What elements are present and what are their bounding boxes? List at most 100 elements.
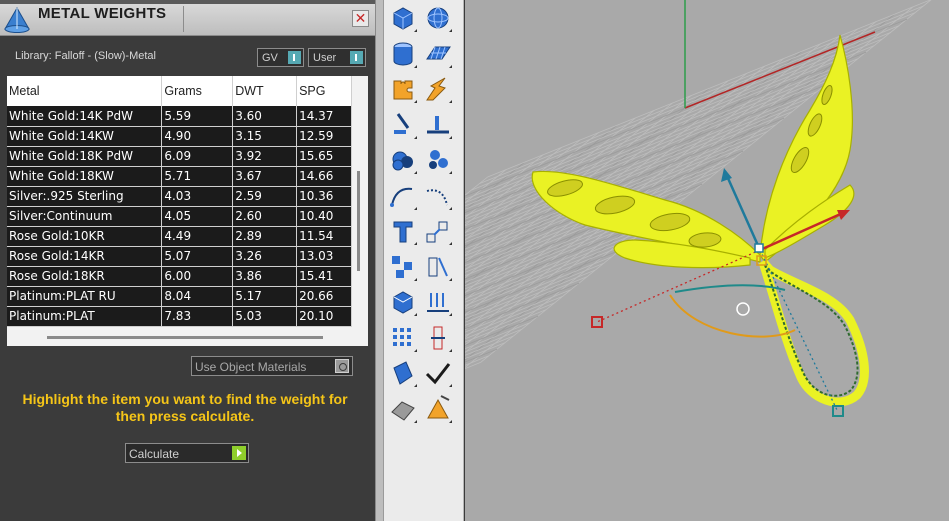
check-tool-button[interactable] (421, 356, 455, 390)
cell-metal[interactable]: White Gold:14K PdW (7, 106, 163, 127)
gumball-tool-button[interactable] (421, 321, 455, 355)
cell-dwt[interactable]: 2.60 (232, 206, 298, 227)
cell-grams[interactable]: 8.04 (161, 286, 234, 307)
close-button[interactable]: ✕ (352, 10, 369, 27)
cell-grams[interactable]: 6.09 (161, 146, 234, 167)
lights-tool-button[interactable] (421, 392, 455, 426)
table-row[interactable]: Silver:.925 Sterling 4.03 2.59 10.36 (7, 186, 352, 207)
cell-metal[interactable]: Rose Gold:10KR (7, 226, 163, 247)
cell-dwt[interactable]: 3.26 (232, 246, 298, 267)
table-row[interactable]: Rose Gold:14KR 5.07 3.26 13.03 (7, 246, 352, 267)
table-row[interactable]: White Gold:18KW 5.71 3.67 14.66 (7, 166, 352, 187)
column-header-grams[interactable]: Grams (161, 76, 234, 106)
table-row[interactable]: White Gold:14KW 4.90 3.15 12.59 (7, 126, 352, 147)
cell-spg[interactable]: 13.03 (296, 246, 352, 267)
table-row[interactable]: Platinum:PLAT RU 8.04 5.17 20.66 (7, 286, 352, 307)
viewport-canvas[interactable] (465, 0, 949, 521)
table-row[interactable]: Rose Gold:10KR 4.49 2.89 11.54 (7, 226, 352, 247)
cell-dwt[interactable]: 2.89 (232, 226, 298, 247)
split-tool-button[interactable] (386, 108, 420, 142)
table-row[interactable]: White Gold:14K PdW 5.59 3.60 14.37 (7, 106, 352, 127)
cell-dwt[interactable]: 3.92 (232, 146, 298, 167)
cell-spg[interactable]: 14.37 (296, 106, 352, 127)
gumball-z-arrowhead-icon[interactable] (721, 168, 732, 182)
trim-tool-button[interactable] (421, 108, 455, 142)
cell-grams[interactable]: 7.83 (161, 306, 234, 327)
sphere-tool-button[interactable] (421, 1, 455, 35)
box-tool-button[interactable] (386, 1, 420, 35)
cell-dwt[interactable]: 2.59 (232, 186, 298, 207)
mirror-tool-button[interactable] (421, 250, 455, 284)
column-header-metal[interactable]: Metal (7, 76, 163, 106)
gumball-y-guide[interactable] (759, 249, 838, 411)
shaded-view-tool-button[interactable] (386, 392, 420, 426)
boolean-split-tool-button[interactable] (421, 143, 455, 177)
cell-metal[interactable]: White Gold:18K PdW (7, 146, 163, 167)
table-horizontal-scrollbar[interactable] (47, 336, 323, 339)
cell-dwt[interactable]: 3.67 (232, 166, 298, 187)
cell-spg[interactable]: 20.10 (296, 306, 352, 327)
table-vertical-scrollbar[interactable] (357, 171, 360, 271)
cell-metal[interactable]: Platinum:PLAT RU (7, 286, 163, 307)
cell-dwt[interactable]: 3.60 (232, 106, 298, 127)
analyze-tool-button[interactable] (386, 356, 420, 390)
cell-spg[interactable]: 12.59 (296, 126, 352, 147)
column-header-spg[interactable]: SPG (296, 76, 352, 106)
cell-spg[interactable]: 15.41 (296, 266, 352, 287)
cell-dwt[interactable]: 3.15 (232, 126, 298, 147)
cell-grams[interactable]: 6.00 (161, 266, 234, 287)
cell-spg[interactable]: 11.54 (296, 226, 352, 247)
cell-grams[interactable]: 4.05 (161, 206, 234, 227)
project-tool-button[interactable] (421, 285, 455, 319)
render-tool-button[interactable] (386, 285, 420, 319)
cell-grams[interactable]: 5.71 (161, 166, 234, 187)
cell-grams[interactable]: 4.49 (161, 226, 234, 247)
cell-spg[interactable]: 14.66 (296, 166, 352, 187)
boolean-union-tool-button[interactable] (386, 143, 420, 177)
cell-metal[interactable]: Silver:Continuum (7, 206, 163, 227)
cell-spg[interactable]: 10.36 (296, 186, 352, 207)
cell-metal[interactable]: Silver:.925 Sterling (7, 186, 163, 207)
explode-tool-button[interactable] (421, 72, 455, 106)
panel-splitter[interactable] (375, 0, 384, 521)
curve-tool-button[interactable] (386, 179, 420, 213)
cell-dwt[interactable]: 3.86 (232, 266, 298, 287)
cell-dwt[interactable]: 5.17 (232, 286, 298, 307)
text-tool-button[interactable] (386, 214, 420, 248)
cell-metal[interactable]: White Gold:18KW (7, 166, 163, 187)
gumball-scale-handle[interactable] (736, 302, 750, 316)
table-row[interactable]: Platinum:PLAT 7.83 5.03 20.10 (7, 306, 352, 327)
gumball-center-handle[interactable] (754, 243, 764, 253)
cell-spg[interactable]: 15.65 (296, 146, 352, 167)
table-row[interactable]: Rose Gold:18KR 6.00 3.86 15.41 (7, 266, 352, 287)
cell-metal[interactable]: Platinum:PLAT (7, 306, 163, 327)
cylinder-tool-button[interactable] (386, 37, 420, 71)
use-object-materials-toggle[interactable]: Use Object Materials (191, 356, 353, 376)
cell-metal[interactable]: Rose Gold:14KR (7, 246, 163, 267)
cell-dwt[interactable]: 5.03 (232, 306, 298, 327)
calculate-button[interactable]: Calculate (125, 443, 249, 463)
perspective-viewport[interactable] (465, 0, 949, 521)
cell-grams[interactable]: 4.90 (161, 126, 234, 147)
cell-spg[interactable]: 10.40 (296, 206, 352, 227)
cell-spg[interactable]: 20.66 (296, 286, 352, 307)
array-tool-button[interactable] (386, 250, 420, 284)
fillet-tool-button[interactable] (421, 179, 455, 213)
gv-toggle[interactable]: GV (257, 48, 304, 67)
gumball-y-handle[interactable] (832, 405, 844, 417)
user-toggle[interactable]: User (308, 48, 366, 67)
surface-tool-button[interactable] (421, 37, 455, 71)
shaded-view-icon (391, 400, 417, 423)
cell-grams[interactable]: 5.07 (161, 246, 234, 267)
scale-tool-button[interactable] (421, 214, 455, 248)
cell-metal[interactable]: Rose Gold:18KR (7, 266, 163, 287)
cell-grams[interactable]: 4.03 (161, 186, 234, 207)
puzzle-tool-button[interactable] (386, 72, 420, 106)
cell-metal[interactable]: White Gold:14KW (7, 126, 163, 147)
grid-tool-button[interactable] (386, 321, 420, 355)
cell-grams[interactable]: 5.59 (161, 106, 234, 127)
column-header-dwt[interactable]: DWT (232, 76, 298, 106)
table-row[interactable]: White Gold:18K PdW 6.09 3.92 15.65 (7, 146, 352, 167)
pendant-model[interactable] (531, 34, 869, 407)
table-row[interactable]: Silver:Continuum 4.05 2.60 10.40 (7, 206, 352, 227)
